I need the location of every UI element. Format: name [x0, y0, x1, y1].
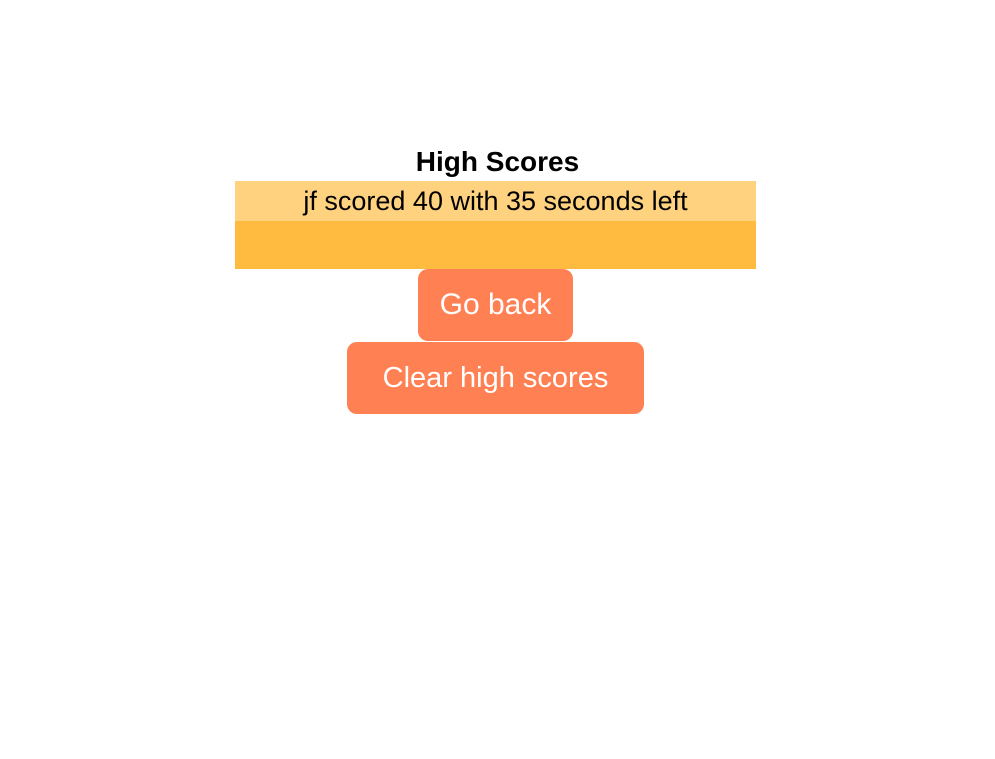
high-scores-list: jf scored 40 with 35 seconds left: [235, 181, 756, 269]
go-back-button[interactable]: Go back: [418, 269, 573, 341]
list-item: jf scored 40 with 35 seconds left: [235, 181, 756, 221]
page-title: High Scores: [415, 146, 580, 177]
clear-high-scores-button[interactable]: Clear high scores: [347, 342, 644, 414]
